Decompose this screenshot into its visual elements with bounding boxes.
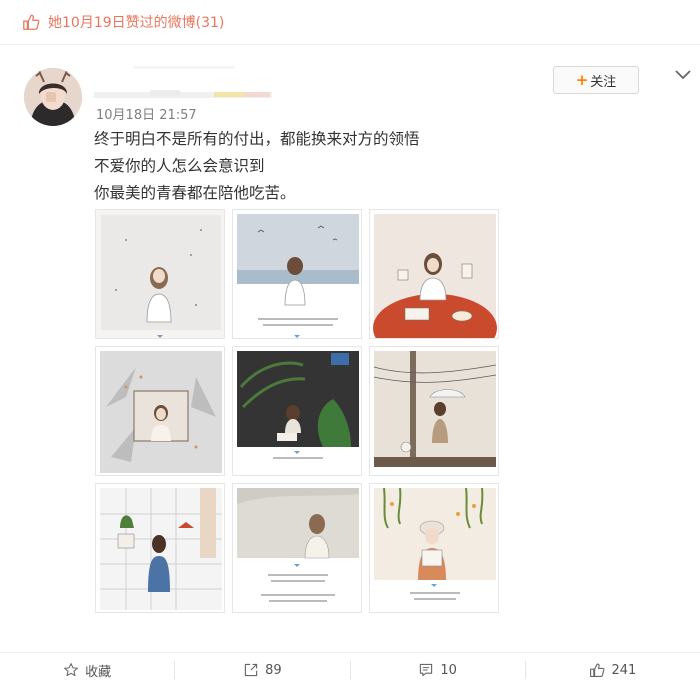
grid-image[interactable] [369, 346, 499, 476]
like-count: 241 [611, 662, 637, 678]
follow-label: 关注 [590, 74, 617, 90]
post-line: 不爱你的人怎么会意识到 [94, 157, 265, 175]
thumb-up-icon [23, 14, 40, 30]
repost-count: 89 [265, 662, 282, 678]
comment-button[interactable]: 10 [351, 662, 525, 678]
like-button[interactable]: 241 [526, 662, 700, 678]
comment-icon [420, 663, 433, 677]
favorite-label: 收藏 [85, 664, 112, 680]
thumb-up-icon [590, 663, 605, 677]
grid-image[interactable] [95, 346, 225, 476]
favorite-button[interactable]: 收藏 [0, 661, 174, 680]
post-text: 终于明白不是所有的付出，都能换来对方的领悟 不爱你的人怎么会意识到 你最美的青春… [94, 126, 420, 207]
grid-image[interactable] [369, 483, 499, 613]
post-line: 你最美的青春都在陪他吃苦。 [94, 184, 296, 202]
grid-image[interactable] [232, 483, 362, 613]
repost-button[interactable]: 89 [175, 662, 349, 678]
star-icon [64, 663, 79, 677]
post-line: 终于明白不是所有的付出，都能换来对方的领悟 [94, 130, 420, 148]
comment-count: 10 [440, 662, 457, 678]
username-redacted [94, 66, 272, 98]
grid-image[interactable] [232, 346, 362, 476]
grid-image[interactable] [95, 209, 225, 339]
liked-header: 她10月19日赞过的微博(31) [0, 0, 700, 45]
follow-button[interactable]: + 关注 [553, 66, 639, 94]
post-time[interactable]: 10月18日 21:57 [96, 104, 197, 123]
plus-icon: + [575, 71, 589, 89]
action-bar: 收藏 89 10 241 [0, 652, 700, 687]
grid-image[interactable] [95, 483, 225, 613]
share-icon [244, 663, 258, 677]
image-grid [95, 209, 501, 615]
grid-image[interactable] [232, 209, 362, 339]
liked-title: 她10月19日赞过的微博(31) [48, 15, 225, 31]
avatar[interactable] [24, 68, 82, 126]
grid-image[interactable] [369, 209, 499, 339]
chevron-down-icon[interactable] [674, 68, 692, 82]
